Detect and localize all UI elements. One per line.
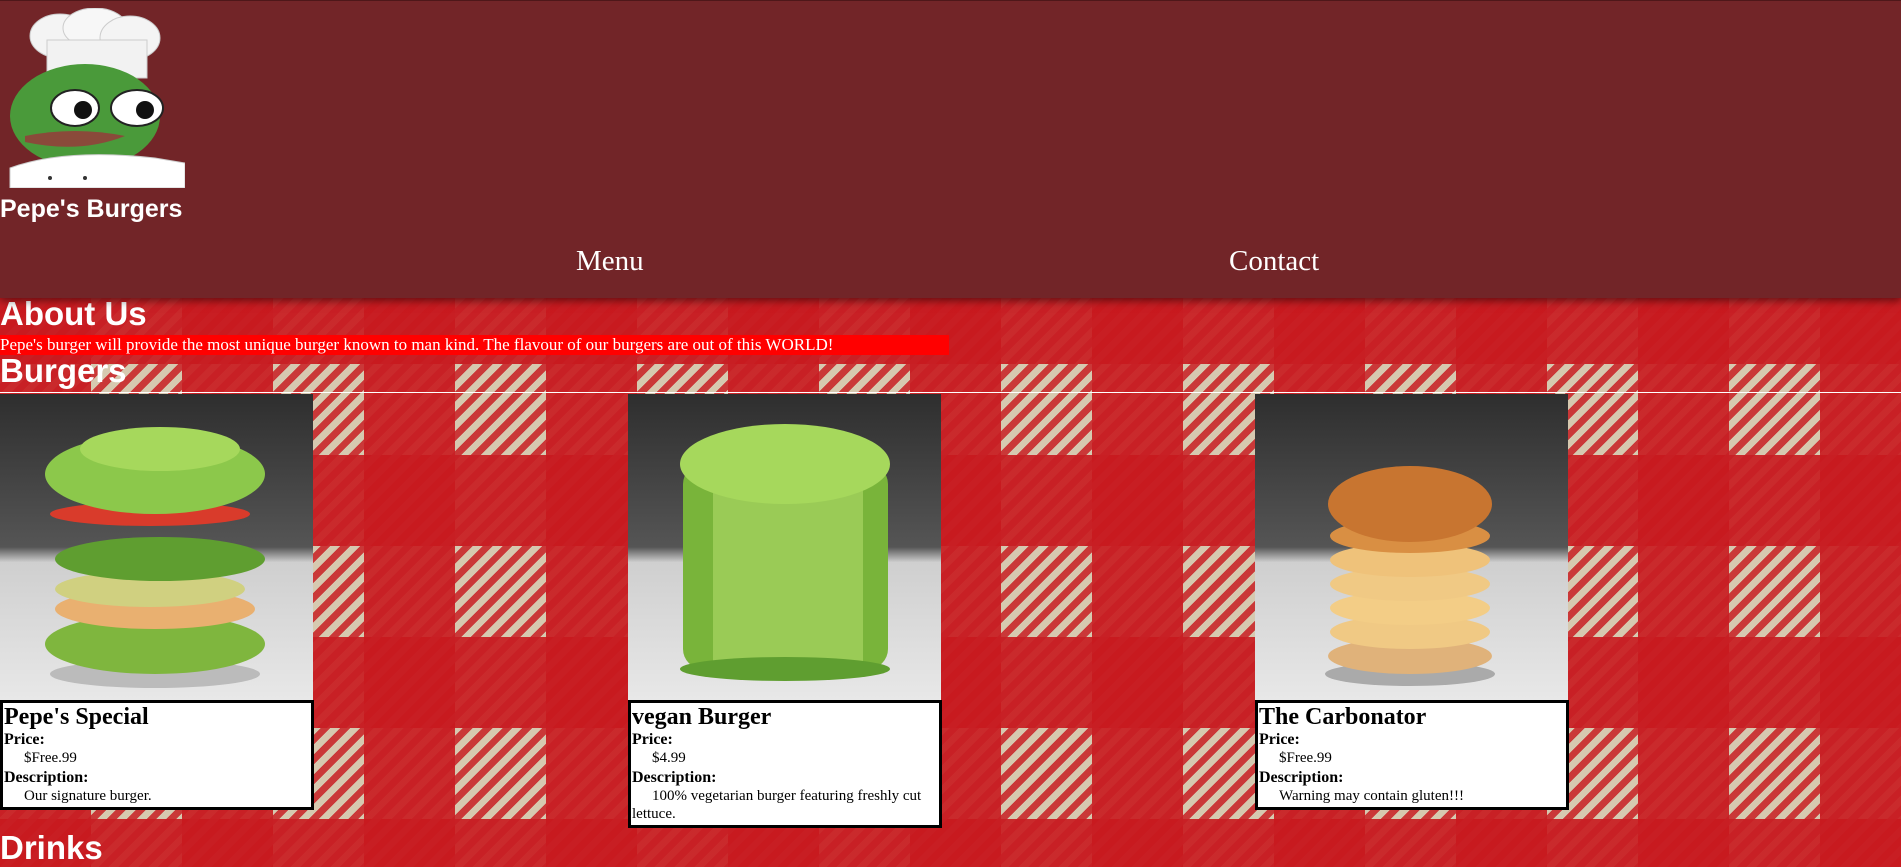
about-text: Pepe's burger will provide the most uniq…: [0, 335, 949, 355]
nav-menu-link[interactable]: Menu: [576, 245, 644, 278]
burgers-heading: Burgers: [0, 352, 127, 389]
price-label: Price:: [1259, 731, 1300, 748]
burger-info-box: Pepe's Special Price: $Free.99 Descripti…: [0, 700, 314, 810]
site-header: Pepe's Burgers Menu Contact: [0, 0, 1901, 298]
burger-card: vegan Burger Price: $4.99 Description: 1…: [628, 394, 942, 828]
burger-price: $Free.99: [1279, 750, 1332, 766]
site-title: Pepe's Burgers: [0, 195, 183, 223]
burger-name: Pepe's Special: [4, 704, 149, 730]
carbonator-burger-image: [1255, 394, 1568, 700]
about-heading: About Us: [0, 295, 147, 332]
burger-card: The Carbonator Price: $Free.99 Descripti…: [1255, 394, 1569, 810]
description-label: Description:: [1259, 769, 1344, 786]
description-label: Description:: [632, 769, 717, 786]
burger-description: 100% vegetarian burger featuring freshly…: [632, 788, 922, 822]
pepes-special-burger-image: [0, 394, 313, 700]
burger-description: Our signature burger.: [24, 788, 152, 804]
burger-card: Pepe's Special Price: $Free.99 Descripti…: [0, 394, 314, 810]
drinks-heading: Drinks: [0, 829, 103, 866]
burger-info-box: vegan Burger Price: $4.99 Description: 1…: [628, 700, 942, 828]
section-divider: [0, 392, 1901, 393]
burger-name: The Carbonator: [1259, 704, 1427, 730]
pepe-chef-logo: [9, 8, 185, 188]
burger-description: Warning may contain gluten!!!: [1279, 788, 1464, 804]
burger-name: vegan Burger: [632, 704, 772, 730]
burger-info-box: The Carbonator Price: $Free.99 Descripti…: [1255, 700, 1569, 810]
price-label: Price:: [4, 731, 45, 748]
burger-price: $4.99: [652, 750, 686, 766]
nav-contact-link[interactable]: Contact: [1229, 245, 1319, 278]
description-label: Description:: [4, 769, 89, 786]
burger-price: $Free.99: [24, 750, 77, 766]
price-label: Price:: [632, 731, 673, 748]
vegan-burger-image: [628, 394, 941, 700]
